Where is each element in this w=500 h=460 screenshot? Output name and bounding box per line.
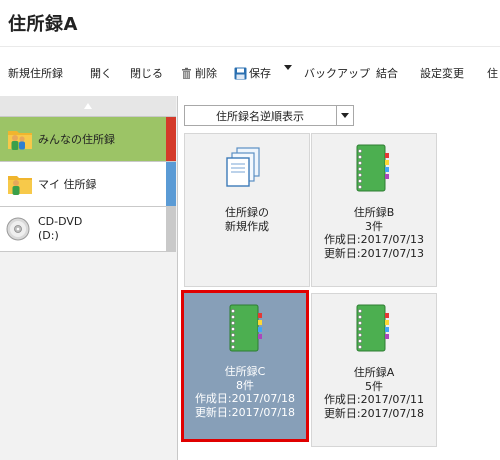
- card-created: 作成日:2017/07/18: [194, 392, 296, 405]
- card-count: 8件: [236, 378, 254, 392]
- color-tab: [166, 162, 176, 206]
- sidebar-item-mine[interactable]: マイ 住所録: [0, 162, 176, 207]
- chevron-down-icon: [284, 65, 292, 70]
- open-button[interactable]: 開く: [90, 65, 112, 81]
- sidebar-item-everyone[interactable]: みんなの住所録: [0, 117, 176, 162]
- new-addressbook-button[interactable]: 新規住所録: [8, 65, 63, 81]
- sort-order-select[interactable]: 住所録名逆順表示: [184, 105, 354, 126]
- merge-label: 結合: [376, 67, 398, 80]
- color-tab: [166, 117, 176, 161]
- card-count: 5件: [365, 379, 383, 393]
- new-label: 新規住所録: [8, 67, 63, 80]
- backup-label: バックアップ: [304, 67, 370, 80]
- delete-label: 削除: [195, 67, 217, 80]
- card-updated: 更新日:2017/07/18: [194, 405, 296, 419]
- sidebar-item-sublabel: (D:): [38, 229, 59, 242]
- disc-icon: [6, 217, 30, 241]
- green-notebook-icon: [229, 304, 262, 352]
- save-dropdown-button[interactable]: [284, 65, 292, 71]
- close-label: 閉じる: [130, 67, 163, 80]
- settings-button[interactable]: 設定変更: [420, 65, 464, 81]
- color-tab: [166, 207, 176, 251]
- green-notebook-icon: [356, 144, 389, 192]
- open-label: 開く: [90, 67, 112, 80]
- card-line1: 住所録の: [225, 206, 269, 219]
- card-updated: 更新日:2017/07/13: [323, 246, 425, 260]
- card-name: 住所録A: [353, 366, 395, 379]
- trash-icon: [182, 67, 191, 79]
- scroll-up-button[interactable]: [0, 96, 176, 117]
- chevron-down-icon: [336, 106, 353, 125]
- sidebar-item-label: CD-DVD: [38, 215, 83, 228]
- sidebar-item-label: みんなの住所録: [38, 133, 115, 146]
- addressbook-card-a[interactable]: 住所録A 5件 作成日:2017/07/11 更新日:2017/07/18: [311, 293, 437, 447]
- green-notebook-icon: [356, 304, 389, 352]
- floppy-disk-icon: [234, 67, 247, 79]
- triangle-up-icon: [84, 103, 92, 109]
- more-button[interactable]: 住: [487, 65, 498, 81]
- card-created: 作成日:2017/07/11: [323, 393, 425, 406]
- person-folder-icon: [8, 176, 32, 195]
- card-count: 3件: [365, 219, 383, 233]
- card-line2: 新規作成: [225, 219, 269, 233]
- close-button[interactable]: 閉じる: [130, 65, 163, 81]
- toolbar: 新規住所録 開く 閉じる 削除 保存 バックアップ 結合 設定変更 住: [0, 46, 500, 98]
- merge-button[interactable]: 結合: [376, 65, 398, 81]
- card-name: 住所録C: [224, 365, 266, 378]
- delete-button[interactable]: 削除: [180, 65, 217, 81]
- backup-button[interactable]: バックアップ: [304, 65, 370, 81]
- sidebar: みんなの住所録 マイ 住所録 CD-DVD (D:): [0, 96, 178, 460]
- people-folder-icon: [8, 131, 32, 150]
- settings-label: 設定変更: [420, 67, 464, 80]
- sidebar-item-label: マイ 住所録: [38, 178, 97, 191]
- card-created: 作成日:2017/07/13: [323, 233, 425, 246]
- sidebar-item-cd-dvd[interactable]: CD-DVD (D:): [0, 207, 176, 252]
- addressbook-card-c[interactable]: 住所録C 8件 作成日:2017/07/18 更新日:2017/07/18: [181, 290, 309, 442]
- card-updated: 更新日:2017/07/18: [323, 406, 425, 420]
- new-addressbook-card[interactable]: 住所録の 新規作成: [184, 133, 310, 287]
- addressbook-card-b[interactable]: 住所録B 3件 作成日:2017/07/13 更新日:2017/07/13: [311, 133, 437, 287]
- sort-order-value: 住所録名逆順表示: [216, 110, 304, 123]
- card-name: 住所録B: [353, 206, 395, 219]
- new-document-icon: [226, 147, 260, 187]
- window-title: 住所録A: [8, 14, 78, 35]
- more-label: 住: [487, 67, 498, 80]
- save-button[interactable]: 保存: [234, 65, 271, 81]
- title-bar: 住所録A: [0, 0, 500, 46]
- save-label: 保存: [249, 67, 271, 80]
- addressbook-grid: 住所録名逆順表示 住所録の 新規作成 住所録B 3件 作成日:2017/07/1…: [178, 96, 500, 460]
